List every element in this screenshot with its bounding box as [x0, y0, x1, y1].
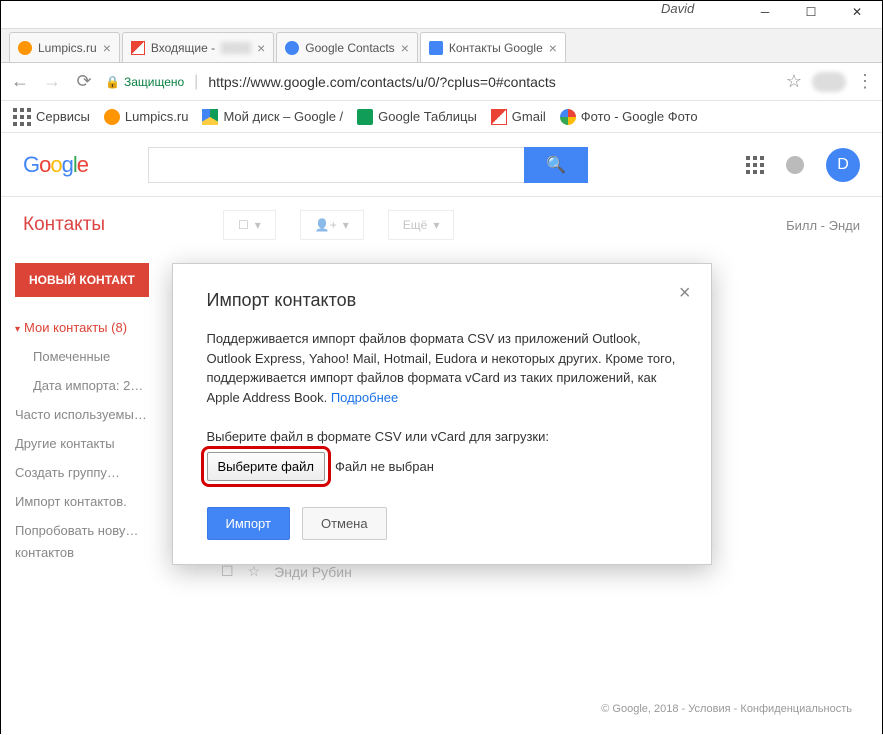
bookmark-drive[interactable]: Мой диск – Google /	[202, 109, 343, 125]
apps-grid-icon	[13, 108, 31, 126]
profile-indicator[interactable]	[812, 72, 846, 92]
privacy-link[interactable]: Конфиденциальность	[740, 703, 852, 715]
orange-icon	[104, 109, 120, 125]
bookmarks-bar: Сервисы Lumpics.ru Мой диск – Google / G…	[1, 101, 882, 133]
dialog-overlay: × Импорт контактов Поддерживается импорт…	[1, 133, 882, 735]
reload-button[interactable]: ⟳	[73, 71, 95, 92]
drive-icon	[202, 109, 218, 125]
secure-label: Защищено	[124, 75, 184, 89]
bookmark-lumpics[interactable]: Lumpics.ru	[104, 109, 189, 125]
tab-label: Входящие -	[151, 41, 215, 55]
bookmark-sheets[interactable]: Google Таблицы	[357, 109, 477, 125]
select-file-label: Выберите файл в формате CSV или vCard дл…	[207, 429, 677, 444]
forward-button[interactable]: →	[41, 71, 63, 92]
google-contacts-icon	[285, 41, 299, 55]
gdoc-icon	[429, 41, 443, 55]
close-icon[interactable]: ×	[549, 40, 557, 56]
orange-icon	[18, 41, 32, 55]
apps-button[interactable]: Сервисы	[13, 108, 90, 126]
dialog-body: Поддерживается импорт файлов формата CSV…	[207, 329, 677, 407]
photos-icon	[560, 109, 576, 125]
tab-lumpics[interactable]: Lumpics.ru ×	[9, 32, 120, 62]
no-file-label: Файл не выбран	[335, 459, 434, 474]
lock-icon: 🔒	[105, 75, 120, 89]
window-user-label: David	[661, 1, 694, 16]
dialog-close-button[interactable]: ×	[679, 282, 691, 305]
import-button[interactable]: Импорт	[207, 507, 290, 540]
bookmark-gmail[interactable]: Gmail	[491, 109, 546, 125]
cancel-button[interactable]: Отмена	[302, 507, 387, 540]
learn-more-link[interactable]: Подробнее	[331, 390, 398, 405]
tab-contacts-ru[interactable]: Контакты Google ×	[420, 32, 566, 62]
browser-menu-button[interactable]: ⋮	[856, 71, 874, 92]
bookmark-photos[interactable]: Фото - Google Фото	[560, 109, 698, 125]
blurred-text	[221, 42, 251, 54]
minimize-button[interactable]: ─	[742, 1, 788, 23]
tab-inbox[interactable]: Входящие - ×	[122, 32, 274, 62]
page-content: Google 🔍 D Контакты ☐▾ 👤+▾ Ещё▾ Билл - Э…	[1, 133, 882, 735]
import-contacts-dialog: × Импорт контактов Поддерживается импорт…	[172, 263, 712, 565]
close-window-button[interactable]: ✕	[834, 1, 880, 23]
tab-label: Google Contacts	[305, 41, 394, 55]
bookmark-star-icon[interactable]: ☆	[786, 71, 802, 92]
window-titlebar: David ─ ☐ ✕	[1, 1, 882, 29]
tab-label: Lumpics.ru	[38, 41, 97, 55]
gmail-icon	[131, 41, 145, 55]
apps-label: Сервисы	[36, 109, 90, 124]
address-bar: ← → ⟳ 🔒 Защищено | https://www.google.co…	[1, 63, 882, 101]
browser-tabs: Lumpics.ru × Входящие - × Google Contact…	[1, 29, 882, 63]
maximize-button[interactable]: ☐	[788, 1, 834, 23]
sheets-icon	[357, 109, 373, 125]
close-icon[interactable]: ×	[401, 40, 409, 56]
tab-label: Контакты Google	[449, 41, 543, 55]
tab-google-contacts[interactable]: Google Contacts ×	[276, 32, 418, 62]
terms-link[interactable]: Условия	[688, 703, 730, 715]
url-text[interactable]: https://www.google.com/contacts/u/0/?cpl…	[208, 74, 776, 90]
close-icon[interactable]: ×	[103, 40, 111, 56]
dialog-title: Импорт контактов	[207, 290, 677, 311]
highlight-annotation	[201, 446, 331, 487]
back-button[interactable]: ←	[9, 71, 31, 92]
close-icon[interactable]: ×	[257, 40, 265, 56]
page-footer: © Google, 2018 - Условия - Конфиденциаль…	[601, 703, 852, 715]
gmail-icon	[491, 109, 507, 125]
secure-indicator[interactable]: 🔒 Защищено	[105, 75, 184, 89]
